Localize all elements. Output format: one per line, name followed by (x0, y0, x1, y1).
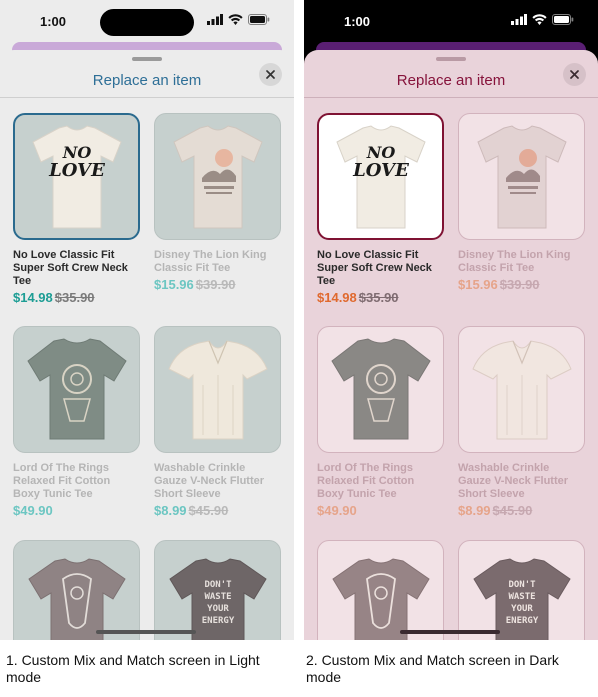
home-indicator[interactable] (400, 630, 500, 634)
tee-print-line: LOVE (48, 160, 105, 181)
product-name: No Love Classic Fit Super Soft Crew Neck… (13, 249, 128, 287)
status-icons (207, 14, 270, 25)
replace-item-sheet: Replace an item NO LOVE No Love Classic … (0, 50, 294, 640)
sale-price: $14.98 (13, 290, 53, 305)
replace-item-sheet: Replace an item NO LOVE No Love Classic … (304, 50, 598, 640)
caption-dark-mode: 2. Custom Mix and Match screen in Dark m… (306, 652, 559, 685)
tee-print-line: YOUR (207, 604, 229, 614)
original-price: $35.90 (358, 290, 399, 305)
battery-icon (248, 14, 270, 25)
caption-light-mode: 1. Custom Mix and Match screen in Light … (6, 652, 260, 685)
sale-price: $14.98 (317, 290, 357, 305)
close-icon (570, 70, 579, 79)
original-price: $45.90 (492, 503, 533, 518)
tee-print-line: ENERGY (505, 616, 538, 626)
close-icon (266, 70, 275, 79)
sale-price: $8.99 (154, 503, 187, 518)
tee-print-line: YOUR (511, 604, 533, 614)
sheet-divider (0, 97, 294, 98)
product-image: NO LOVE (13, 113, 140, 240)
sheet-title: Replace an item (396, 72, 506, 89)
product-name: Disney The Lion King Classic Fit Tee (154, 249, 267, 274)
product-image (317, 540, 444, 640)
sale-price: $15.96 (458, 277, 498, 292)
tee-print-line: WASTE (204, 592, 231, 602)
product-name: Washable Crinkle Gauze V-Neck Flutter Sh… (458, 462, 569, 500)
product-image: DON'T WASTE YOUR ENERGY (154, 540, 281, 640)
wifi-icon (228, 14, 243, 25)
product-name: Lord Of The Rings Relaxed Fit Cotton Box… (13, 462, 111, 500)
close-button[interactable] (563, 63, 586, 86)
product-image (458, 113, 585, 240)
status-icons (511, 14, 574, 25)
price-row: $8.99 $45.90 (458, 503, 585, 518)
original-price: $39.90 (499, 277, 540, 292)
wifi-icon (532, 14, 547, 25)
dark-mode-phone: 1:00 Replace an item NO LOVE No Love Cla… (304, 0, 598, 640)
product-image: NO LOVE (317, 113, 444, 240)
sale-price: $8.99 (458, 503, 491, 518)
original-price: $45.90 (188, 503, 229, 518)
price-row: $15.96 $39.90 (154, 277, 281, 292)
product-image: DON'T WASTE YOUR ENERGY (458, 540, 585, 640)
signal-icon (207, 14, 223, 25)
sale-price: $15.96 (154, 277, 194, 292)
status-time: 1:00 (40, 14, 67, 29)
home-indicator[interactable] (96, 630, 196, 634)
tee-print-line: LOVE (352, 160, 409, 181)
tee-print-line: WASTE (508, 592, 535, 602)
dynamic-island (404, 9, 498, 36)
original-price: $35.90 (54, 290, 95, 305)
battery-icon (552, 14, 574, 25)
sheet-grabber[interactable] (132, 57, 162, 61)
product-image (458, 326, 585, 453)
price-row: $15.96 $39.90 (458, 277, 585, 292)
price-row: $14.98 $35.90 (13, 290, 140, 305)
product-name: Lord Of The Rings Relaxed Fit Cotton Box… (317, 462, 415, 500)
price-row: $49.90 (317, 503, 444, 518)
sheet-divider (304, 97, 598, 98)
sale-price: $49.90 (13, 503, 53, 518)
product-image (317, 326, 444, 453)
status-time: 1:00 (344, 14, 371, 29)
product-name: Disney The Lion King Classic Fit Tee (458, 249, 571, 274)
price-row: $8.99 $45.90 (154, 503, 281, 518)
tee-print-line: ENERGY (201, 616, 234, 626)
sheet-grabber[interactable] (436, 57, 466, 61)
original-price: $39.90 (195, 277, 236, 292)
product-image (154, 113, 281, 240)
signal-icon (511, 14, 527, 25)
product-name: No Love Classic Fit Super Soft Crew Neck… (317, 249, 432, 287)
product-image (154, 326, 281, 453)
dynamic-island (100, 9, 194, 36)
status-bar: 1:00 (0, 0, 294, 42)
sale-price: $49.90 (317, 503, 357, 518)
tee-print-line: DON'T (204, 580, 232, 590)
price-row: $14.98 $35.90 (317, 290, 444, 305)
product-name: Washable Crinkle Gauze V-Neck Flutter Sh… (154, 462, 265, 500)
tee-print-line: DON'T (508, 580, 536, 590)
price-row: $49.90 (13, 503, 140, 518)
close-button[interactable] (259, 63, 282, 86)
product-image (13, 326, 140, 453)
light-mode-phone: 1:00 Replace an item NO LOVE No Love Cla… (0, 0, 294, 640)
sheet-title: Replace an item (92, 72, 202, 89)
status-bar: 1:00 (304, 0, 598, 42)
product-image (13, 540, 140, 640)
